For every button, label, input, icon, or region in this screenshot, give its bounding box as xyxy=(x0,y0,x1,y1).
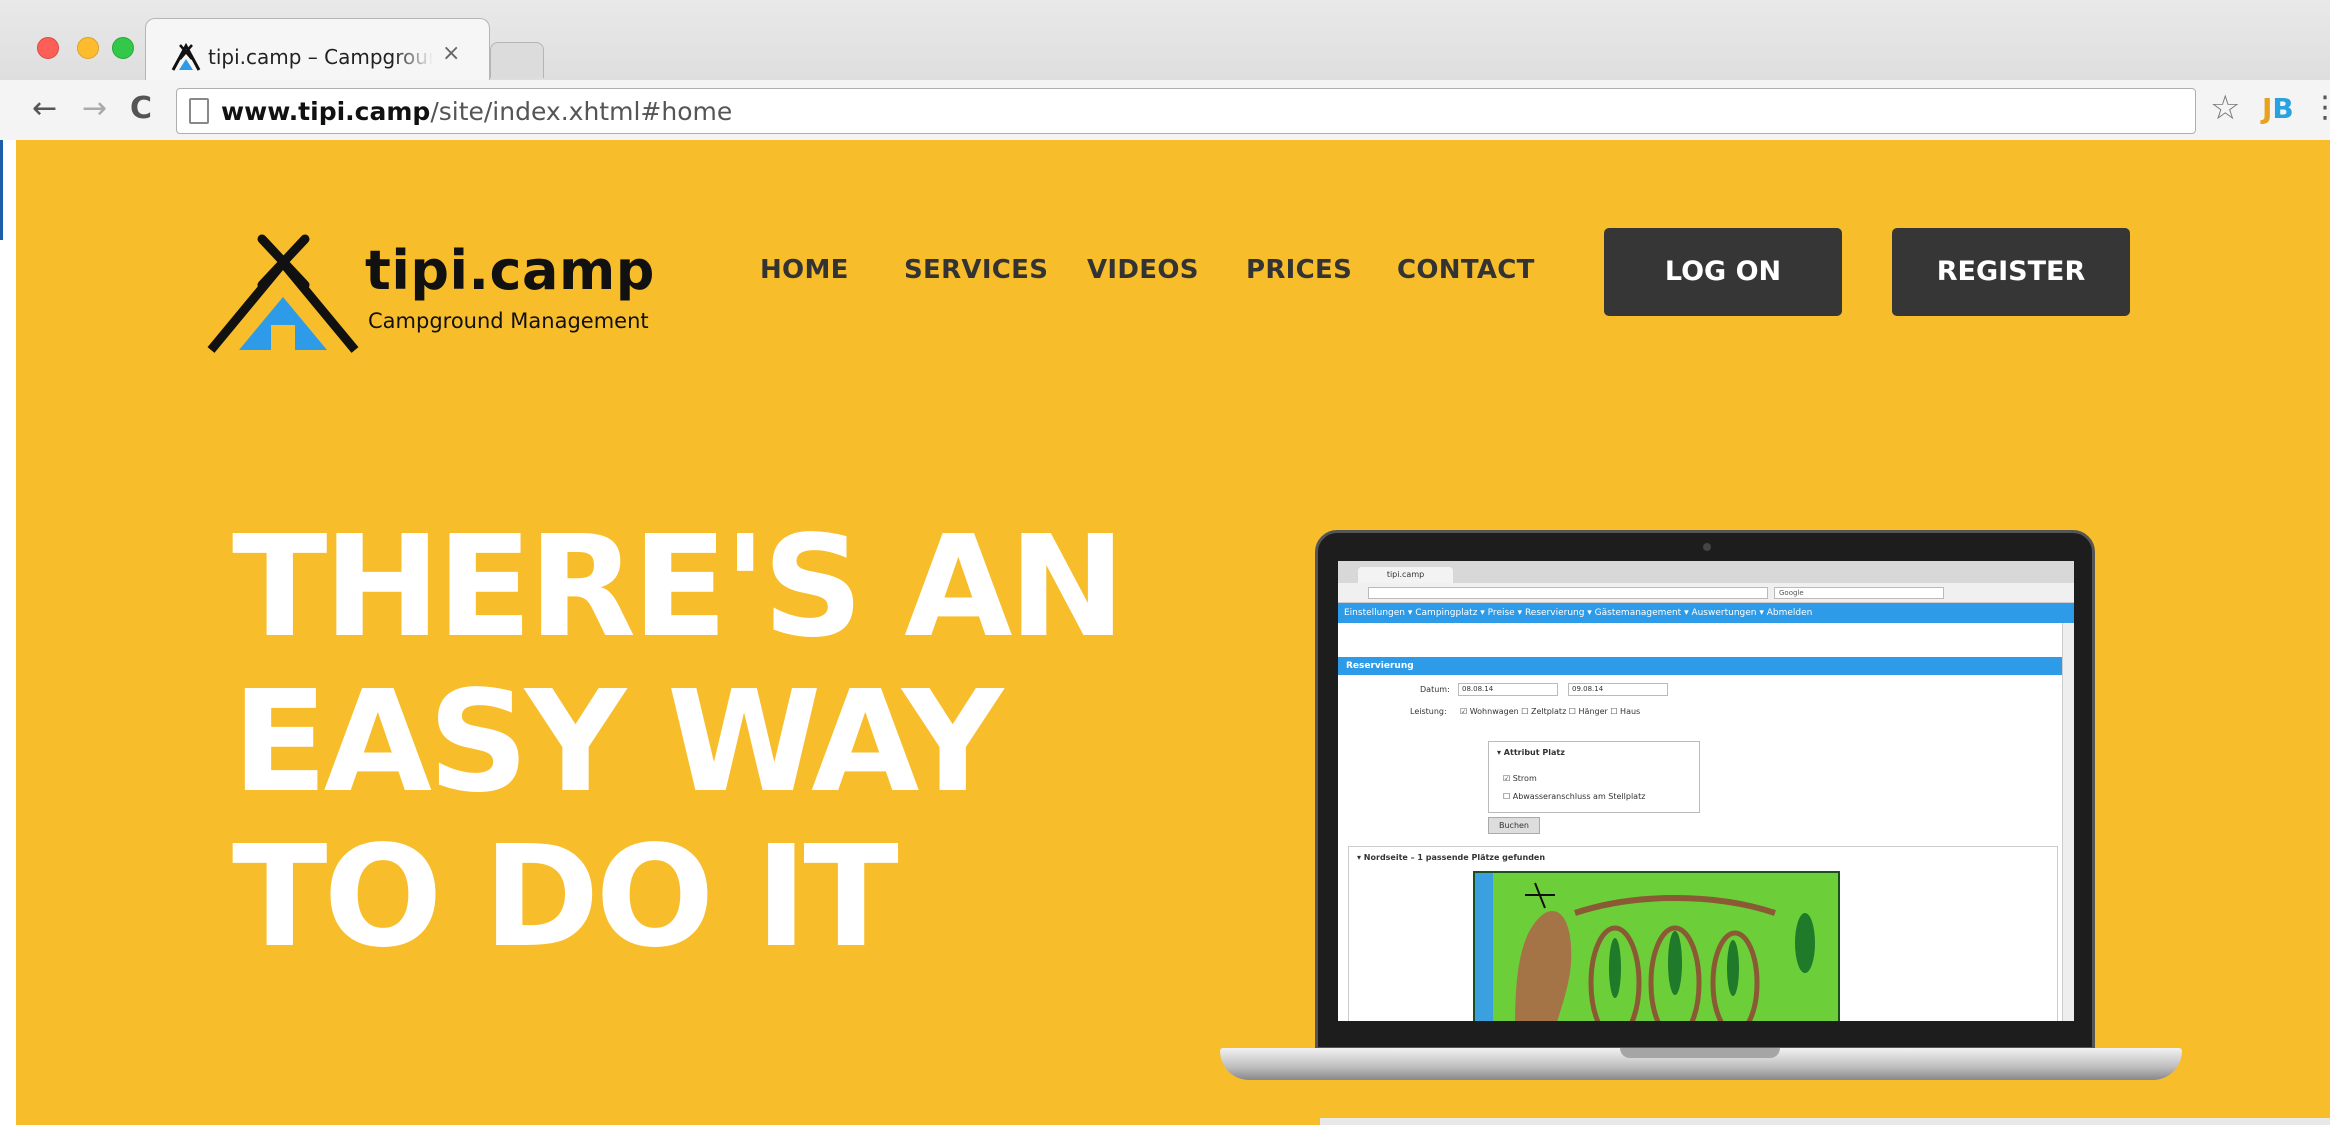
hero-headline: THERE'S AN EASY WAY TO DO IT xyxy=(232,510,1232,975)
screen-attr-2: ☐ Abwasseranschluss am Stellplatz xyxy=(1503,792,1646,801)
screen-tabbar: tipi.camp xyxy=(1338,561,2074,583)
screen-menu: Einstellungen ▾ Campingplatz ▾ Preise ▾ … xyxy=(1338,603,2074,623)
page-bottom-shade xyxy=(1320,1118,2330,1125)
hero-line-3: TO DO IT xyxy=(232,816,899,979)
tab-title: tipi.camp – Campground M xyxy=(208,45,433,69)
hero-line-2: EASY WAY xyxy=(232,661,1003,824)
screen-addressbar: Google xyxy=(1338,583,2074,603)
page-viewport: tipi.camp Campground Management HOME SER… xyxy=(0,140,2330,1125)
browser-toolbar: ← → C www.tipi.camp/site/index.xhtml#hom… xyxy=(0,80,2330,140)
register-button[interactable]: REGISTER xyxy=(1892,228,2130,316)
laptop-camera xyxy=(1703,543,1711,551)
laptop-bezel: tipi.camp Google Einstellungen ▾ Camping… xyxy=(1315,530,2095,1050)
nav-prices[interactable]: PRICES xyxy=(1246,255,1352,285)
screen-result-title: ▾ Nordseite – 1 passende Plätze gefunden xyxy=(1357,853,1546,862)
screen-section-title: Reservierung xyxy=(1338,657,2062,675)
screen-tab: tipi.camp xyxy=(1358,567,1453,583)
browser-chrome: tipi.camp – Campground M × ← → C www.tip… xyxy=(0,0,2330,140)
laptop-screen: tipi.camp Google Einstellungen ▾ Camping… xyxy=(1338,561,2074,1021)
page-icon xyxy=(189,98,209,124)
site-logo[interactable]: tipi.camp Campground Management xyxy=(205,225,665,355)
screen-leistung-label: Leistung: xyxy=(1410,707,1447,716)
address-bar[interactable]: www.tipi.camp/site/index.xhtml#home xyxy=(176,88,2196,134)
url-host: www.tipi.camp xyxy=(221,97,431,126)
tipi-logo-icon xyxy=(207,234,359,353)
logo-title: tipi.camp xyxy=(365,239,655,302)
nav-contact[interactable]: CONTACT xyxy=(1397,255,1535,285)
browser-menu-icon[interactable]: ⋮ xyxy=(2310,90,2330,125)
screen-attribute-box: ▾ Attribut Platz ☑ Strom ☐ Abwasseransch… xyxy=(1488,741,1700,813)
browser-tab-active[interactable]: tipi.camp – Campground M × xyxy=(145,18,490,80)
nav-services[interactable]: SERVICES xyxy=(904,255,1048,285)
screen-datum-label: Datum: xyxy=(1420,685,1450,694)
extension-jb-icon[interactable]: JB xyxy=(2262,92,2294,125)
bookmark-star-icon[interactable]: ☆ xyxy=(2210,88,2240,128)
screen-datum-from: 08.08.14 xyxy=(1458,683,1558,696)
left-edge xyxy=(0,140,16,1125)
tab-close-icon[interactable]: × xyxy=(442,41,460,66)
forward-arrow-icon[interactable]: → xyxy=(82,94,107,124)
laptop-base-notch xyxy=(1620,1048,1780,1058)
screen-attr-1: ☑ Strom xyxy=(1503,774,1537,783)
screen-datum-to: 09.08.14 xyxy=(1568,683,1668,696)
hero-line-1: THERE'S AN xyxy=(232,506,1126,669)
extension-b: B xyxy=(2272,92,2294,125)
campground-map xyxy=(1473,871,1840,1021)
url-path: /site/index.xhtml#home xyxy=(430,97,733,126)
reload-icon[interactable]: C xyxy=(130,94,152,124)
screen-search-button: Buchen xyxy=(1488,817,1540,834)
logo-tagline: Campground Management xyxy=(368,309,649,333)
left-edge-accent xyxy=(0,140,3,240)
minimize-window-button[interactable] xyxy=(77,37,99,59)
nav-home[interactable]: HOME xyxy=(760,255,849,285)
url-text[interactable]: www.tipi.camp/site/index.xhtml#home xyxy=(221,97,732,126)
extension-j: J xyxy=(2262,92,2273,125)
new-tab-button[interactable] xyxy=(490,42,544,78)
screen-leistung-options: ☑ Wohnwagen ☐ Zeltplatz ☐ Hänger ☐ Haus xyxy=(1460,707,1641,716)
screen-scrollbar xyxy=(2062,623,2074,1021)
screen-url xyxy=(1368,587,1768,599)
campground-map-drawing xyxy=(1475,873,1815,1021)
tipi-favicon-icon xyxy=(171,42,201,71)
zoom-window-button[interactable] xyxy=(112,37,134,59)
laptop-mockup: tipi.camp Google Einstellungen ▾ Camping… xyxy=(1220,530,2182,1080)
screen-attribut-title: ▾ Attribut Platz xyxy=(1497,748,1565,757)
screen-search: Google xyxy=(1774,587,1944,599)
nav-videos[interactable]: VIDEOS xyxy=(1087,255,1199,285)
log-on-button[interactable]: LOG ON xyxy=(1604,228,1842,316)
close-window-button[interactable] xyxy=(37,37,59,59)
back-arrow-icon[interactable]: ← xyxy=(32,94,57,124)
